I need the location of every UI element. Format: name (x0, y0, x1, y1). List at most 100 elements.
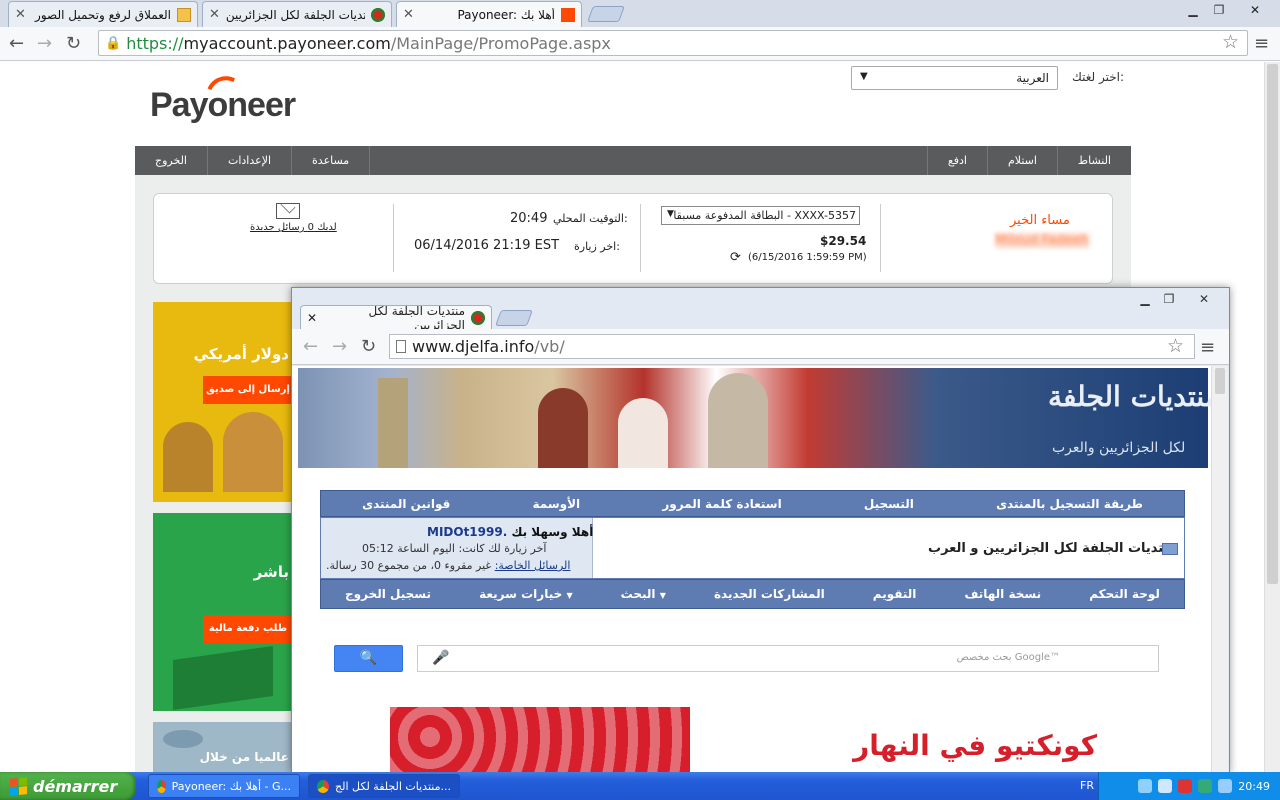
payoneer-favicon-icon (561, 7, 575, 22)
promo-card[interactable]: باشر طلب دفعة مالية (153, 513, 293, 711)
menu-hamburger-icon[interactable]: ≡ (1200, 337, 1215, 358)
nav-password-recovery[interactable]: استعادة كلمة المرور (662, 497, 781, 511)
request-payment-button[interactable]: طلب دفعة مالية (203, 615, 293, 643)
close-window-icon[interactable]: ✕ (1236, 2, 1274, 18)
monitor-icon[interactable] (1218, 779, 1233, 793)
local-time: 20:49 (510, 211, 548, 226)
forward-arrow-icon[interactable]: → (332, 336, 347, 357)
djelfa-favicon-icon (471, 310, 485, 325)
new-tab-button[interactable] (495, 310, 533, 326)
nav-quick-options[interactable]: خيارات سريعة ▼ (479, 587, 572, 601)
nav-help[interactable]: مساعدة (291, 146, 371, 175)
search-button[interactable]: 🔍 (334, 645, 403, 672)
nav-calendar[interactable]: التقويم (873, 587, 917, 601)
popup-address-bar[interactable]: www.djelfa.info/vb/ (389, 334, 1195, 359)
divider (640, 204, 641, 272)
reload-icon[interactable]: ↻ (66, 33, 81, 54)
language-indicator[interactable]: FR (1080, 779, 1094, 792)
minimize-icon[interactable]: ▁ (1134, 291, 1156, 307)
ad-banner[interactable]: كونكتيو في النهار (390, 707, 1117, 773)
popup-tab[interactable]: ✕ منتديات الجلفة لكل الجزائريين (300, 304, 492, 332)
promo-coins-image (163, 730, 203, 748)
greeting: مساء الخير (1010, 213, 1070, 228)
restore-icon[interactable]: ❐ (1158, 291, 1180, 307)
main-scrollbar[interactable] (1264, 62, 1280, 772)
x-close-icon[interactable]: ✕ (403, 7, 414, 22)
welcome-label: أهلا وسهلا بك (511, 525, 594, 539)
taskbar-item-payoneer[interactable]: Payoneer: أهلا بك - G... (148, 774, 300, 798)
nav-registration-method[interactable]: طريقة التسجيل بالمنتدى (996, 497, 1143, 511)
reload-icon[interactable]: ↻ (361, 336, 376, 357)
close-window-icon[interactable]: ✕ (1186, 291, 1222, 307)
menu-hamburger-icon[interactable]: ≡ (1254, 33, 1269, 54)
custom-search-input[interactable]: 🎤 بحث مخصص Google™ (417, 645, 1159, 672)
star-bookmark-icon[interactable]: ☆ (1222, 31, 1239, 53)
url-host: myaccount.payoneer.com (183, 33, 391, 53)
task-label: منتديات الجلفة لكل الج... (335, 779, 451, 793)
shield-icon[interactable] (1178, 779, 1193, 793)
url-path: /MainPage/PromoPage.aspx (390, 33, 611, 53)
nav-receive[interactable]: استلام (986, 146, 1057, 175)
language-select[interactable]: العربية ▼ (851, 66, 1058, 90)
last-visit-label: اخر زيارة: (574, 240, 620, 253)
tab-title: العملاق لرفع وتحميل الصور (35, 7, 171, 22)
envelope-icon[interactable] (276, 198, 300, 219)
back-arrow-icon[interactable]: ← (303, 336, 318, 357)
forum-main-nav: تسجيل الخروج خيارات سريعة ▼ البحث ▼ المش… (320, 579, 1185, 609)
forward-arrow-icon[interactable]: → (37, 33, 52, 54)
tab-payoneer[interactable]: ✕ Payoneer: أهلا بك (396, 1, 582, 27)
address-bar[interactable]: 🔒 https://myaccount.payoneer.com/MainPag… (98, 30, 1248, 56)
clock[interactable]: 20:49 (1238, 780, 1270, 793)
tab-djelfa[interactable]: ✕ منتديات الجلفة لكل الجزائريين (202, 1, 392, 27)
back-arrow-icon[interactable]: ← (9, 33, 24, 54)
popup-scrollbar[interactable] (1211, 366, 1228, 772)
chrome-icon (317, 779, 330, 793)
djelfa-favicon-icon (371, 7, 385, 22)
card-select[interactable]: البطاقة المدفوعة مسبقا - XXXX-5357 ▼ (661, 206, 860, 225)
nav-settings[interactable]: الإعدادات (207, 146, 291, 175)
nav-search[interactable]: البحث ▼ (621, 587, 666, 601)
tab-image-host[interactable]: ✕ العملاق لرفع وتحميل الصور (8, 1, 198, 27)
network-icon[interactable] (1138, 779, 1153, 793)
nav-logout[interactable]: الخروج (135, 146, 207, 175)
send-to-friend-button[interactable]: إرسال إلى صديق (203, 376, 293, 404)
nav-activity[interactable]: النشاط (1056, 146, 1131, 175)
url-host: www.djelfa.info (412, 337, 535, 356)
private-messages-link[interactable]: الرسائل الخاصة: (495, 559, 571, 572)
search-placeholder: بحث مخصص Google™ (956, 652, 1060, 663)
minimize-icon[interactable]: ▁ (1182, 2, 1204, 18)
x-close-icon[interactable]: ✕ (209, 7, 220, 22)
taskbar-item-djelfa[interactable]: منتديات الجلفة لكل الج... (308, 774, 460, 798)
card-select-value: البطاقة المدفوعة مسبقا - XXXX-5357 (673, 209, 856, 222)
speaker-icon[interactable] (1158, 779, 1173, 793)
nav-rules[interactable]: قوانين المنتدى (362, 497, 450, 511)
username-link[interactable]: MIDOt1999. (427, 525, 507, 539)
nav-logout[interactable]: تسجيل الخروج (345, 587, 431, 601)
messages-link[interactable]: لديك 0 رسائل جديدة (250, 222, 337, 233)
nav-register[interactable]: التسجيل (864, 497, 914, 511)
language-label: اختر لغتك: (1072, 70, 1125, 84)
promo-text: عالميا من خلال (199, 750, 289, 764)
nav-control-panel[interactable]: لوحة التحكم (1089, 587, 1160, 601)
private-messages-count: غير مقروء 0، من مجموع 30 رسالة. (326, 559, 492, 572)
nav-pay[interactable]: ادفع (926, 146, 987, 175)
start-button[interactable]: démarrer (0, 772, 136, 800)
microphone-icon[interactable]: 🎤 (432, 650, 449, 666)
star-bookmark-icon[interactable]: ☆ (1167, 335, 1184, 357)
x-close-icon[interactable]: ✕ (307, 311, 317, 325)
restore-icon[interactable]: ❐ (1208, 2, 1230, 18)
nav-medals[interactable]: الأوسمة (533, 497, 581, 511)
search-icon: 🔍 (359, 650, 378, 666)
refresh-icon[interactable]: ⟳ (730, 250, 741, 265)
x-close-icon[interactable]: ✕ (15, 7, 26, 22)
new-tab-button[interactable] (587, 6, 625, 22)
nav-new-posts[interactable]: المشاركات الجديدة (714, 587, 825, 601)
phone-pattern-image (390, 707, 700, 773)
child-image (618, 398, 668, 468)
security-icon[interactable] (1198, 779, 1213, 793)
promo-card[interactable]: عالميا من خلال (153, 722, 293, 772)
promo-card[interactable]: دولار أمريكي إرسال إلى صديق (153, 302, 293, 502)
nav-mobile[interactable]: نسخة الهاتف (964, 587, 1041, 601)
local-time-label: التوقيت المحلي: (553, 212, 628, 225)
task-label: Payoneer: أهلا بك - G... (171, 779, 291, 793)
